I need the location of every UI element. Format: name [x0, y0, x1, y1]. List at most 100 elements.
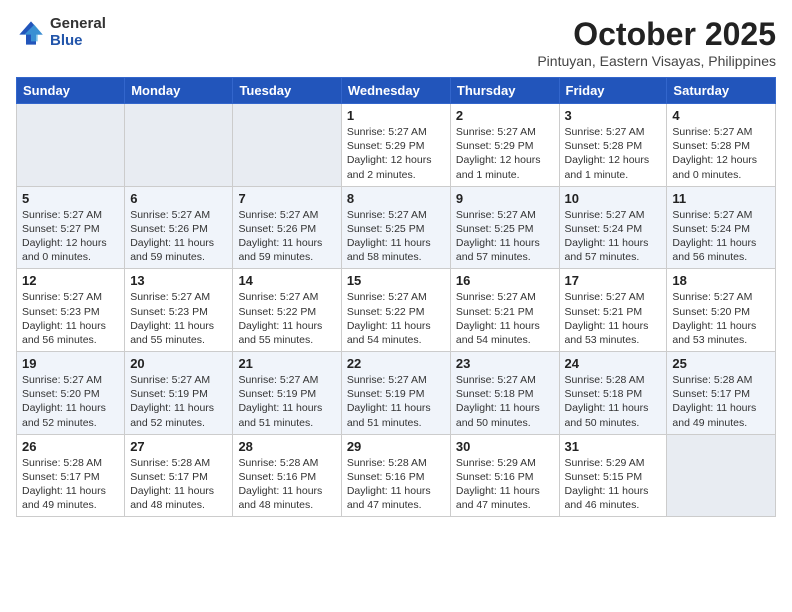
day-info: Sunrise: 5:27 AMSunset: 5:24 PMDaylight:…	[565, 208, 662, 265]
day-number: 17	[565, 273, 662, 288]
calendar-week-1: 1 Sunrise: 5:27 AMSunset: 5:29 PMDaylight…	[17, 104, 776, 187]
day-info: Sunrise: 5:29 AMSunset: 5:15 PMDaylight:…	[565, 456, 662, 513]
day-number: 19	[22, 356, 119, 371]
calendar-cell: 20Sunrise: 5:27 AMSunset: 5:19 PMDayligh…	[125, 352, 233, 435]
calendar-week-4: 19 Sunrise: 5:27 AMSunset: 5:20 PMDayligh…	[17, 352, 776, 435]
logo: General Blue	[16, 16, 106, 49]
logo-icon	[16, 18, 46, 48]
day-number: 30	[456, 439, 554, 454]
day-number: 6	[130, 191, 227, 206]
calendar-cell: 15 Sunrise: 5:27 AMSunset: 5:22 PMDayligh…	[341, 269, 450, 352]
calendar-cell	[233, 104, 341, 187]
day-number: 24	[565, 356, 662, 371]
calendar-cell: 7Sunrise: 5:27 AMSunset: 5:26 PMDaylight…	[233, 186, 341, 269]
weekday-friday: Friday	[559, 78, 667, 104]
calendar-cell: 16 Sunrise: 5:27 AMSunset: 5:21 PMDayligh…	[450, 269, 559, 352]
calendar-cell: 27 Sunrise: 5:28 AMSunset: 5:17 PMDayligh…	[125, 434, 233, 517]
day-info: Sunrise: 5:28 AMSunset: 5:17 PMDaylight:…	[130, 456, 227, 513]
day-number: 4	[672, 108, 770, 123]
logo-general: General	[50, 16, 106, 33]
calendar-cell: 28 Sunrise: 5:28 AMSunset: 5:16 PMDayligh…	[233, 434, 341, 517]
day-number: 10	[565, 191, 662, 206]
day-info: Sunrise: 5:27 AMSunset: 5:23 PMDaylight:…	[22, 290, 119, 347]
calendar-week-3: 12 Sunrise: 5:27 AMSunset: 5:23 PMDayligh…	[17, 269, 776, 352]
day-info: Sunrise: 5:27 AMSunset: 5:25 PMDaylight:…	[347, 208, 445, 265]
day-number: 16	[456, 273, 554, 288]
calendar-cell: 26 Sunrise: 5:28 AMSunset: 5:17 PMDayligh…	[17, 434, 125, 517]
day-number: 2	[456, 108, 554, 123]
weekday-saturday: Saturday	[667, 78, 776, 104]
calendar-cell: 9 Sunrise: 5:27 AMSunset: 5:25 PMDaylight…	[450, 186, 559, 269]
calendar-cell: 14Sunrise: 5:27 AMSunset: 5:22 PMDayligh…	[233, 269, 341, 352]
day-number: 29	[347, 439, 445, 454]
day-info: Sunrise: 5:27 AMSunset: 5:29 PMDaylight:…	[456, 125, 554, 182]
day-number: 7	[238, 191, 335, 206]
calendar-cell: 21Sunrise: 5:27 AMSunset: 5:19 PMDayligh…	[233, 352, 341, 435]
page-header: General Blue October 2025 Pintuyan, East…	[16, 16, 776, 69]
calendar-cell: 8 Sunrise: 5:27 AMSunset: 5:25 PMDaylight…	[341, 186, 450, 269]
day-number: 1	[347, 108, 445, 123]
calendar-cell: 19 Sunrise: 5:27 AMSunset: 5:20 PMDayligh…	[17, 352, 125, 435]
calendar-cell: 13Sunrise: 5:27 AMSunset: 5:23 PMDayligh…	[125, 269, 233, 352]
day-info: Sunrise: 5:27 AMSunset: 5:19 PMDaylight:…	[130, 373, 227, 430]
day-number: 11	[672, 191, 770, 206]
day-info: Sunrise: 5:28 AMSunset: 5:18 PMDaylight:…	[565, 373, 662, 430]
day-number: 25	[672, 356, 770, 371]
day-info: Sunrise: 5:28 AMSunset: 5:16 PMDaylight:…	[238, 456, 335, 513]
calendar-cell: 31 Sunrise: 5:29 AMSunset: 5:15 PMDayligh…	[559, 434, 667, 517]
logo-text: General Blue	[50, 16, 106, 49]
calendar-cell: 3 Sunrise: 5:27 AMSunset: 5:28 PMDaylight…	[559, 104, 667, 187]
day-info: Sunrise: 5:27 AMSunset: 5:20 PMDaylight:…	[22, 373, 119, 430]
day-number: 18	[672, 273, 770, 288]
calendar-cell: 1 Sunrise: 5:27 AMSunset: 5:29 PMDaylight…	[341, 104, 450, 187]
day-number: 21	[238, 356, 335, 371]
calendar-cell: 25 Sunrise: 5:28 AMSunset: 5:17 PMDayligh…	[667, 352, 776, 435]
weekday-thursday: Thursday	[450, 78, 559, 104]
day-info: Sunrise: 5:28 AMSunset: 5:16 PMDaylight:…	[347, 456, 445, 513]
calendar-cell: 17 Sunrise: 5:27 AMSunset: 5:21 PMDayligh…	[559, 269, 667, 352]
day-info: Sunrise: 5:29 AMSunset: 5:16 PMDaylight:…	[456, 456, 554, 513]
day-info: Sunrise: 5:27 AMSunset: 5:29 PMDaylight:…	[347, 125, 445, 182]
day-info: Sunrise: 5:27 AMSunset: 5:25 PMDaylight:…	[456, 208, 554, 265]
day-info: Sunrise: 5:27 AMSunset: 5:19 PMDaylight:…	[347, 373, 445, 430]
weekday-tuesday: Tuesday	[233, 78, 341, 104]
day-number: 28	[238, 439, 335, 454]
day-info: Sunrise: 5:27 AMSunset: 5:22 PMDaylight:…	[238, 290, 335, 347]
logo-blue: Blue	[50, 33, 106, 50]
day-number: 15	[347, 273, 445, 288]
day-number: 27	[130, 439, 227, 454]
day-number: 3	[565, 108, 662, 123]
title-area: October 2025 Pintuyan, Eastern Visayas, …	[537, 16, 776, 69]
calendar-cell: 24 Sunrise: 5:28 AMSunset: 5:18 PMDayligh…	[559, 352, 667, 435]
weekday-wednesday: Wednesday	[341, 78, 450, 104]
day-number: 26	[22, 439, 119, 454]
calendar-cell: 29 Sunrise: 5:28 AMSunset: 5:16 PMDayligh…	[341, 434, 450, 517]
day-info: Sunrise: 5:27 AMSunset: 5:23 PMDaylight:…	[130, 290, 227, 347]
calendar-body: 1 Sunrise: 5:27 AMSunset: 5:29 PMDaylight…	[17, 104, 776, 517]
day-info: Sunrise: 5:27 AMSunset: 5:21 PMDaylight:…	[456, 290, 554, 347]
calendar-cell: 4Sunrise: 5:27 AMSunset: 5:28 PMDaylight…	[667, 104, 776, 187]
calendar-cell: 5Sunrise: 5:27 AMSunset: 5:27 PMDaylight…	[17, 186, 125, 269]
day-number: 31	[565, 439, 662, 454]
day-info: Sunrise: 5:27 AMSunset: 5:21 PMDaylight:…	[565, 290, 662, 347]
calendar-cell: 23Sunrise: 5:27 AMSunset: 5:18 PMDayligh…	[450, 352, 559, 435]
day-info: Sunrise: 5:27 AMSunset: 5:22 PMDaylight:…	[347, 290, 445, 347]
day-number: 5	[22, 191, 119, 206]
calendar-cell: 30 Sunrise: 5:29 AMSunset: 5:16 PMDayligh…	[450, 434, 559, 517]
day-number: 12	[22, 273, 119, 288]
day-info: Sunrise: 5:27 AMSunset: 5:24 PMDaylight:…	[672, 208, 770, 265]
calendar-cell: 22Sunrise: 5:27 AMSunset: 5:19 PMDayligh…	[341, 352, 450, 435]
calendar-week-2: 5Sunrise: 5:27 AMSunset: 5:27 PMDaylight…	[17, 186, 776, 269]
calendar-cell: 6Sunrise: 5:27 AMSunset: 5:26 PMDaylight…	[125, 186, 233, 269]
calendar-cell: 11 Sunrise: 5:27 AMSunset: 5:24 PMDayligh…	[667, 186, 776, 269]
day-info: Sunrise: 5:27 AMSunset: 5:28 PMDaylight:…	[565, 125, 662, 182]
day-info: Sunrise: 5:28 AMSunset: 5:17 PMDaylight:…	[672, 373, 770, 430]
calendar-cell	[125, 104, 233, 187]
day-number: 9	[456, 191, 554, 206]
calendar-cell	[17, 104, 125, 187]
month-title: October 2025	[537, 16, 776, 53]
day-number: 8	[347, 191, 445, 206]
calendar-cell	[667, 434, 776, 517]
calendar-cell: 10 Sunrise: 5:27 AMSunset: 5:24 PMDayligh…	[559, 186, 667, 269]
day-info: Sunrise: 5:28 AMSunset: 5:17 PMDaylight:…	[22, 456, 119, 513]
